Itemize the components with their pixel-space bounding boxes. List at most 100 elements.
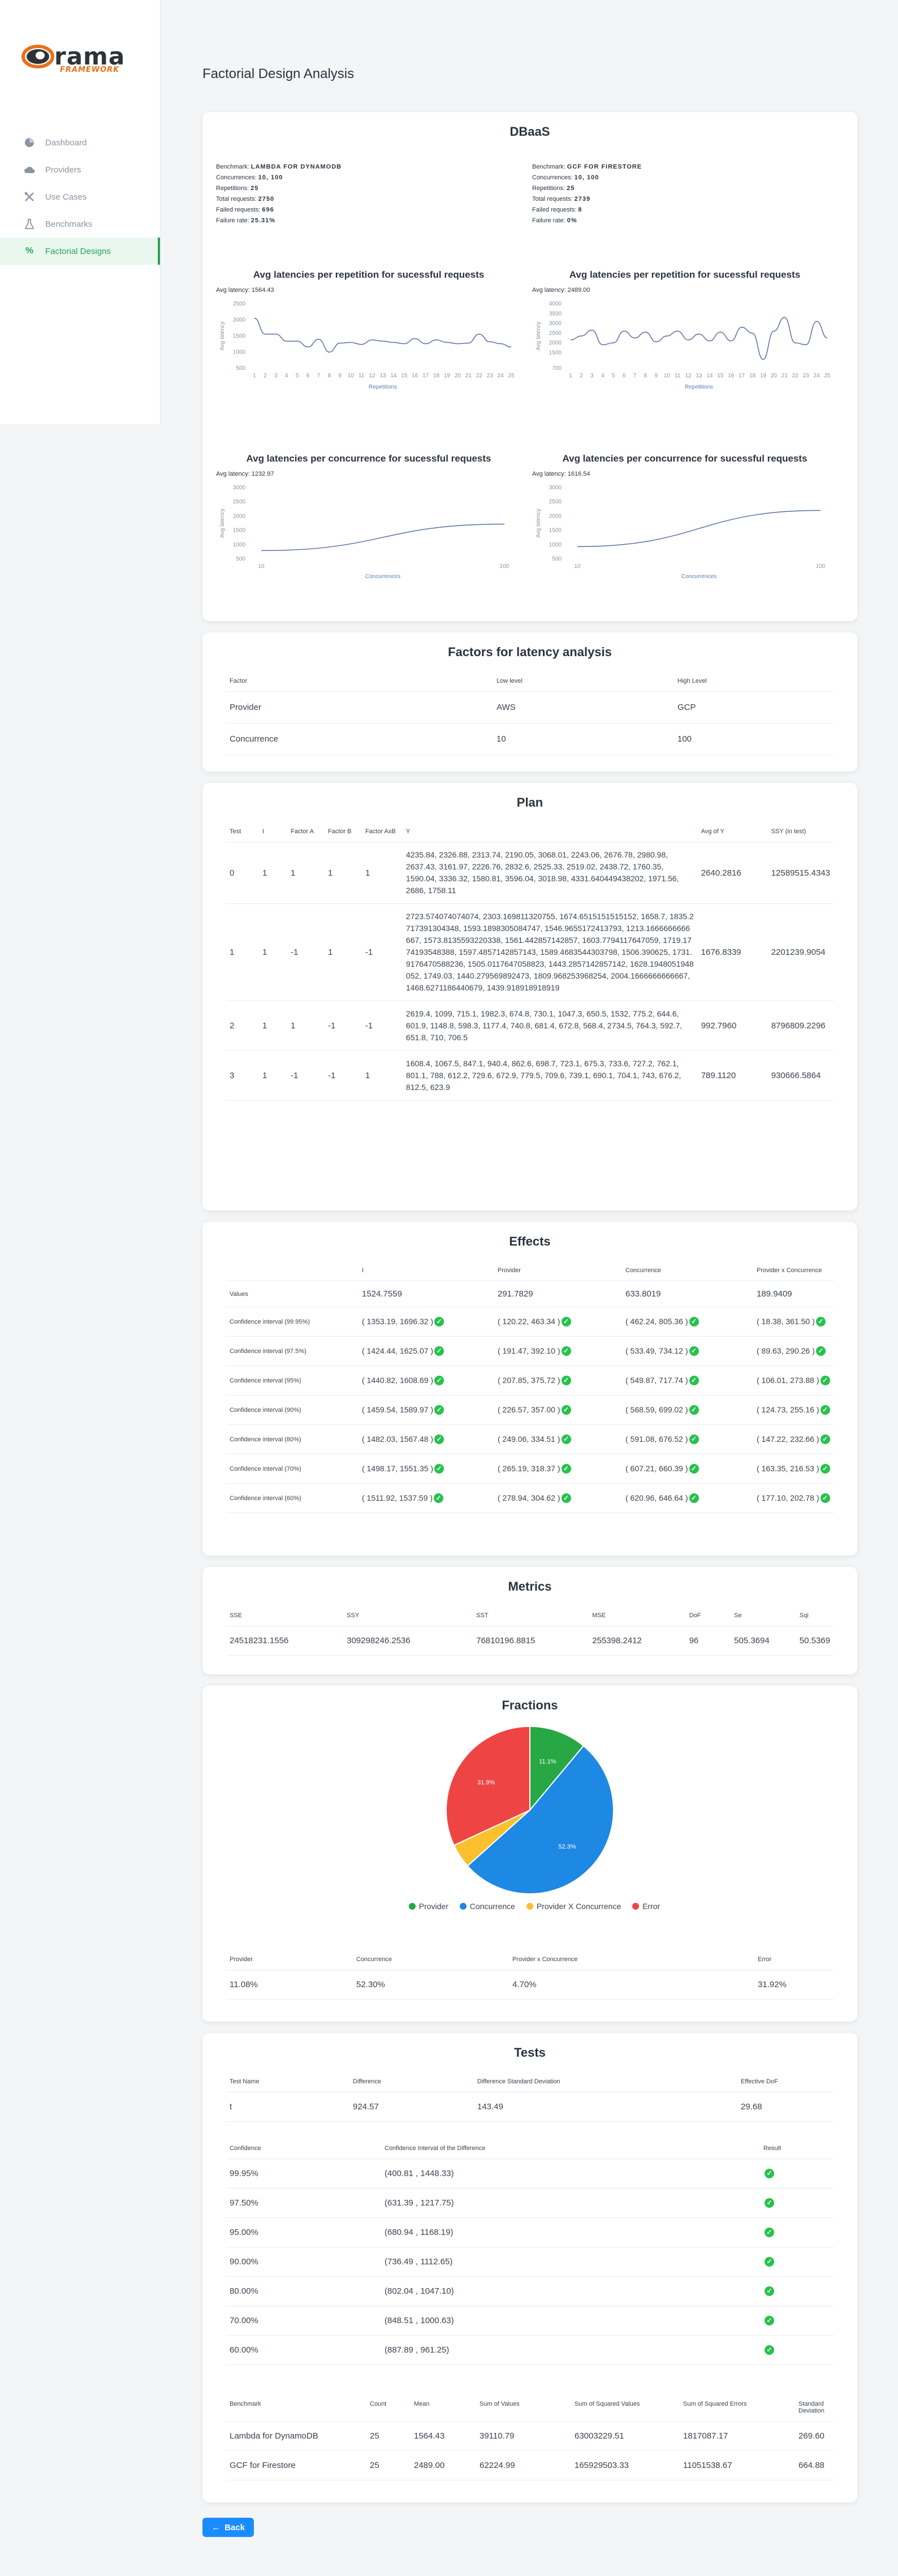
column-header: Test: [226, 822, 259, 842]
chart-title: Avg latencies per concurrence for sucess…: [562, 453, 808, 464]
check-icon: ✓: [765, 2257, 774, 2267]
sidebar-item-benchmarks[interactable]: Benchmarks: [0, 210, 160, 238]
y-tick-label: 1500: [233, 333, 246, 339]
column-header: Effective DoF: [737, 2073, 834, 2092]
tools-icon: [24, 191, 35, 203]
check-icon: ✓: [434, 1317, 444, 1327]
y-tick-label: 500: [236, 556, 245, 562]
sidebar-item-dashboard[interactable]: Dashboard: [0, 129, 160, 156]
row-label: Confidence interval (99.95%): [226, 1307, 359, 1337]
column-header: Provider x Concurrence: [753, 1261, 834, 1281]
column-header: Sum of Squared Values: [571, 2395, 680, 2422]
check-icon: ✓: [765, 2345, 774, 2355]
x-tick-label: 13: [696, 373, 702, 379]
column-header: SSY (in test): [767, 822, 834, 842]
y-tick-label: 2500: [549, 499, 562, 505]
sidebar-item-label: Use Cases: [45, 192, 87, 202]
tests-confidence-table: Confidence Confidence Interval of the Di…: [226, 2139, 834, 2365]
column-header: Sum of Values: [476, 2395, 571, 2422]
flask-icon: [24, 218, 35, 230]
x-tick-label: 17: [739, 373, 745, 379]
confidence-interval: ( 1511.92, 1537.59 ): [362, 1493, 433, 1502]
y-tick-label: 1000: [233, 350, 246, 356]
y-tick-label: 700: [552, 365, 562, 372]
x-tick-label: 100: [500, 563, 510, 570]
confidence-interval: ( 462.24, 805.36 ): [625, 1316, 688, 1326]
table-row: 11.08% 52.30% 4.70% 31.92%: [226, 1970, 834, 2000]
confidence-interval: ( 18.38, 361.50 ): [757, 1316, 815, 1326]
sidebar-item-use-cases[interactable]: Use Cases: [0, 183, 160, 210]
sidebar-item-providers[interactable]: Providers: [0, 156, 160, 183]
column-header: SSE: [226, 1606, 344, 1626]
legend-item[interactable]: Concurrence: [470, 1902, 515, 1911]
confidence-interval: ( 226.57, 357.00 ): [498, 1405, 560, 1414]
y-axis-label: Avg latency: [219, 509, 226, 538]
table-row: 2 1 1 -1 -1 2619.4, 1099, 715.1, 1982.3, 674…: [226, 1001, 834, 1051]
plan-title: Plan: [516, 795, 543, 809]
back-button[interactable]: ← Back: [202, 2518, 254, 2537]
x-axis-label: Repetitions: [369, 384, 397, 390]
dbaas-card: DBaaS Benchmark: LAMBDA FOR DYNAMODB Con…: [202, 112, 857, 621]
check-icon: ✓: [561, 1405, 571, 1415]
x-tick-label: 18: [433, 373, 440, 379]
check-icon: ✓: [434, 1435, 444, 1445]
x-tick-label: 10: [574, 563, 581, 570]
confidence-interval: ( 1498.17, 1551.35 ): [362, 1463, 434, 1473]
check-icon: ✓: [434, 1376, 444, 1386]
x-tick-label: 2: [264, 373, 267, 379]
confidence-interval: ( 147.22, 232.66 ): [757, 1434, 819, 1444]
confidence-interval: ( 1440.82, 1608.69 ): [362, 1375, 434, 1385]
y-tick-label: 1500: [549, 528, 562, 534]
table-row: 80.00% (802.04 , 1047.10) ✓: [226, 2276, 834, 2306]
latency-repetition-chart-1: Avg latencies per repetition for sucessf…: [216, 269, 521, 395]
x-tick-label: 19: [444, 373, 451, 379]
legend-item[interactable]: Provider: [419, 1902, 448, 1911]
legend-item[interactable]: Provider X Concurrence: [537, 1902, 621, 1911]
check-icon: ✓: [765, 2228, 774, 2238]
x-tick-label: 9: [655, 373, 658, 379]
x-tick-label: 10: [348, 373, 355, 379]
series-line: [261, 523, 505, 552]
x-tick-label: 21: [782, 373, 788, 379]
x-tick-label: 7: [633, 373, 637, 379]
x-tick-label: 6: [623, 373, 626, 379]
table-row: 95.00% (680.94 , 1168.19) ✓: [226, 2217, 834, 2247]
x-tick-label: 17: [422, 373, 429, 379]
sidebar-item-label: Factorial Designs: [45, 246, 111, 256]
column-header: Se: [731, 1606, 796, 1626]
check-icon: ✓: [689, 1464, 699, 1474]
x-tick-label: 24: [814, 373, 821, 379]
check-icon: ✓: [820, 1464, 830, 1474]
check-icon: ✓: [765, 2169, 774, 2179]
column-header: Error: [754, 1950, 834, 1970]
legend-item[interactable]: Error: [642, 1902, 660, 1911]
page-title: Factorial Design Analysis: [202, 66, 355, 81]
check-icon: ✓: [820, 1376, 830, 1386]
table-row: GCF for Firestore 25 2489.00 62224.99 165929…: [226, 2450, 834, 2480]
check-icon: ✓: [434, 1346, 444, 1356]
y-tick-label: 1000: [233, 542, 246, 548]
column-header: SSY: [343, 1606, 473, 1626]
logo-eye-icon: [21, 45, 54, 68]
confidence-interval: ( 1459.54, 1589.97 ): [362, 1405, 434, 1414]
confidence-interval: ( 120.22, 463.34 ): [498, 1316, 560, 1326]
sidebar-item-factorial-designs[interactable]: % Factorial Designs: [0, 238, 160, 265]
logo[interactable]: rama FRAMEWORK: [21, 44, 125, 74]
y-tick-label: 2000: [549, 340, 562, 346]
y-tick-label: 1000: [549, 542, 562, 548]
column-header: Y: [402, 822, 698, 842]
confidence-interval: ( 191.47, 392.10 ): [498, 1346, 560, 1355]
tests-summary-table: Test Name Difference Difference Standard…: [226, 2073, 834, 2122]
check-icon: ✓: [815, 1346, 826, 1356]
column-header: Result: [760, 2139, 834, 2159]
x-tick-label: 4: [285, 373, 288, 379]
table-row: 01111 4235.84, 2326.88, 2313.74, 2190.05…: [226, 842, 834, 904]
check-icon: ✓: [434, 1405, 444, 1415]
x-tick-label: 100: [816, 563, 826, 570]
table-row: 70.00% (848.51 , 1000.63) ✓: [226, 2306, 834, 2336]
column-header: High Level: [674, 672, 834, 692]
table-row: Concurrence 10 100: [226, 723, 834, 755]
series-line: [570, 317, 828, 360]
chart-subtitle: Avg latency: 2489.00: [532, 287, 590, 294]
x-tick-label: 10: [258, 563, 265, 570]
